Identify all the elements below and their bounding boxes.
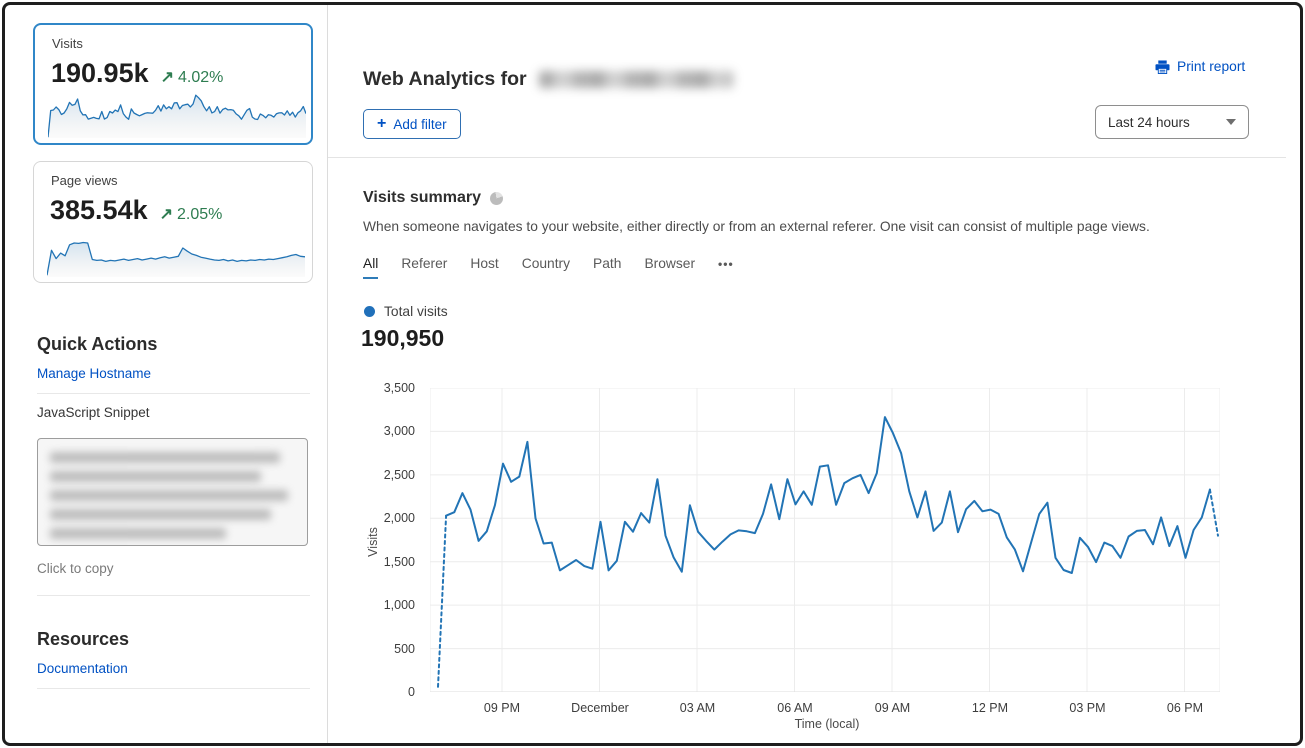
- app-window: Visits 190.95k ↗4.02% Page views 385.54k…: [2, 2, 1303, 746]
- visits-sparkline-chart: [48, 92, 306, 138]
- chart-legend: Total visits: [364, 304, 448, 319]
- manage-hostname-link[interactable]: Manage Hostname: [37, 366, 151, 381]
- x-axis-tick: 06 PM: [1167, 701, 1203, 715]
- documentation-link[interactable]: Documentation: [37, 661, 128, 676]
- divider: [37, 393, 310, 394]
- click-to-copy-hint: Click to copy: [37, 561, 114, 576]
- tab-all[interactable]: All: [363, 256, 378, 279]
- y-axis-tick: 500: [345, 642, 415, 656]
- redacted-domain: [539, 71, 733, 88]
- legend-label: Total visits: [384, 304, 448, 319]
- arrow-up-right-icon: ↗: [161, 67, 174, 87]
- js-snippet-box[interactable]: [37, 438, 308, 546]
- redacted-code-line: [50, 452, 280, 463]
- visits-line-chart: [430, 388, 1220, 692]
- x-axis-tick: 03 AM: [680, 701, 715, 715]
- time-range-dropdown[interactable]: Last 24 hours: [1095, 105, 1249, 139]
- tabs-overflow-button[interactable]: •••: [718, 257, 734, 279]
- page-title-text: Web Analytics for: [363, 68, 527, 91]
- add-filter-label: Add filter: [393, 117, 446, 132]
- divider: [37, 688, 310, 689]
- total-visits-value: 190,950: [361, 325, 444, 352]
- y-axis-tick: 1,000: [345, 598, 415, 612]
- tab-path[interactable]: Path: [593, 256, 621, 279]
- pie-icon: [490, 192, 503, 205]
- visits-summary-title: Visits summary: [363, 189, 481, 207]
- x-axis-tick: 03 PM: [1069, 701, 1105, 715]
- legend-dot-icon: [364, 306, 375, 317]
- redacted-code-line: [50, 528, 226, 539]
- metric-label: Visits: [52, 36, 83, 51]
- plus-icon: +: [377, 116, 386, 132]
- metric-delta-value: 4.02%: [178, 69, 223, 87]
- visits-summary-heading: Visits summary: [363, 189, 503, 207]
- quick-actions-heading: Quick Actions: [37, 334, 157, 355]
- y-axis-tick: 2,000: [345, 511, 415, 525]
- caret-down-icon: [1226, 119, 1236, 125]
- arrow-up-right-icon: ↗: [160, 204, 173, 224]
- summary-tabs: All Referer Host Country Path Browser •••: [363, 256, 734, 279]
- x-axis-tick: December: [571, 701, 629, 715]
- metric-value: 385.54k: [50, 195, 148, 226]
- y-axis-tick: 3,000: [345, 424, 415, 438]
- y-axis-tick: 2,500: [345, 468, 415, 482]
- page-title: Web Analytics for: [363, 68, 733, 91]
- x-axis-title: Time (local): [795, 717, 860, 731]
- tab-country[interactable]: Country: [522, 256, 570, 279]
- metric-card-page-views[interactable]: Page views 385.54k ↗2.05%: [33, 161, 313, 283]
- y-axis-tick: 0: [345, 685, 415, 699]
- print-report-label: Print report: [1177, 59, 1245, 74]
- metric-value-row: 385.54k ↗2.05%: [50, 195, 222, 226]
- x-axis-tick: 12 PM: [972, 701, 1008, 715]
- pageviews-sparkline-chart: [47, 231, 305, 277]
- y-axis-tick: 1,500: [345, 555, 415, 569]
- metric-delta: ↗4.02%: [161, 67, 224, 87]
- divider: [37, 595, 310, 596]
- metric-delta-value: 2.05%: [177, 206, 222, 224]
- metric-delta: ↗2.05%: [160, 204, 223, 224]
- tab-browser[interactable]: Browser: [644, 256, 695, 279]
- metric-card-visits[interactable]: Visits 190.95k ↗4.02%: [33, 23, 313, 145]
- metric-value-row: 190.95k ↗4.02%: [51, 58, 223, 89]
- x-axis-tick: 09 AM: [875, 701, 910, 715]
- metric-value: 190.95k: [51, 58, 149, 89]
- time-range-value: Last 24 hours: [1108, 115, 1190, 130]
- tab-host[interactable]: Host: [470, 256, 498, 279]
- y-axis-title: Visits: [366, 527, 380, 557]
- redacted-code-line: [50, 471, 261, 482]
- tab-referer[interactable]: Referer: [401, 256, 447, 279]
- sidebar-main-divider: [327, 5, 328, 743]
- printer-icon: [1155, 60, 1170, 74]
- add-filter-button[interactable]: + Add filter: [363, 109, 461, 139]
- redacted-code-line: [50, 509, 271, 520]
- visits-summary-description: When someone navigates to your website, …: [363, 219, 1150, 234]
- header-divider: [328, 157, 1286, 158]
- y-axis-tick: 3,500: [345, 381, 415, 395]
- metric-label: Page views: [51, 173, 117, 188]
- x-axis-tick: 06 AM: [777, 701, 812, 715]
- resources-heading: Resources: [37, 629, 129, 650]
- x-axis-tick: 09 PM: [484, 701, 520, 715]
- javascript-snippet-label: JavaScript Snippet: [37, 405, 150, 420]
- redacted-code-line: [50, 490, 288, 501]
- print-report-link[interactable]: Print report: [1155, 59, 1245, 74]
